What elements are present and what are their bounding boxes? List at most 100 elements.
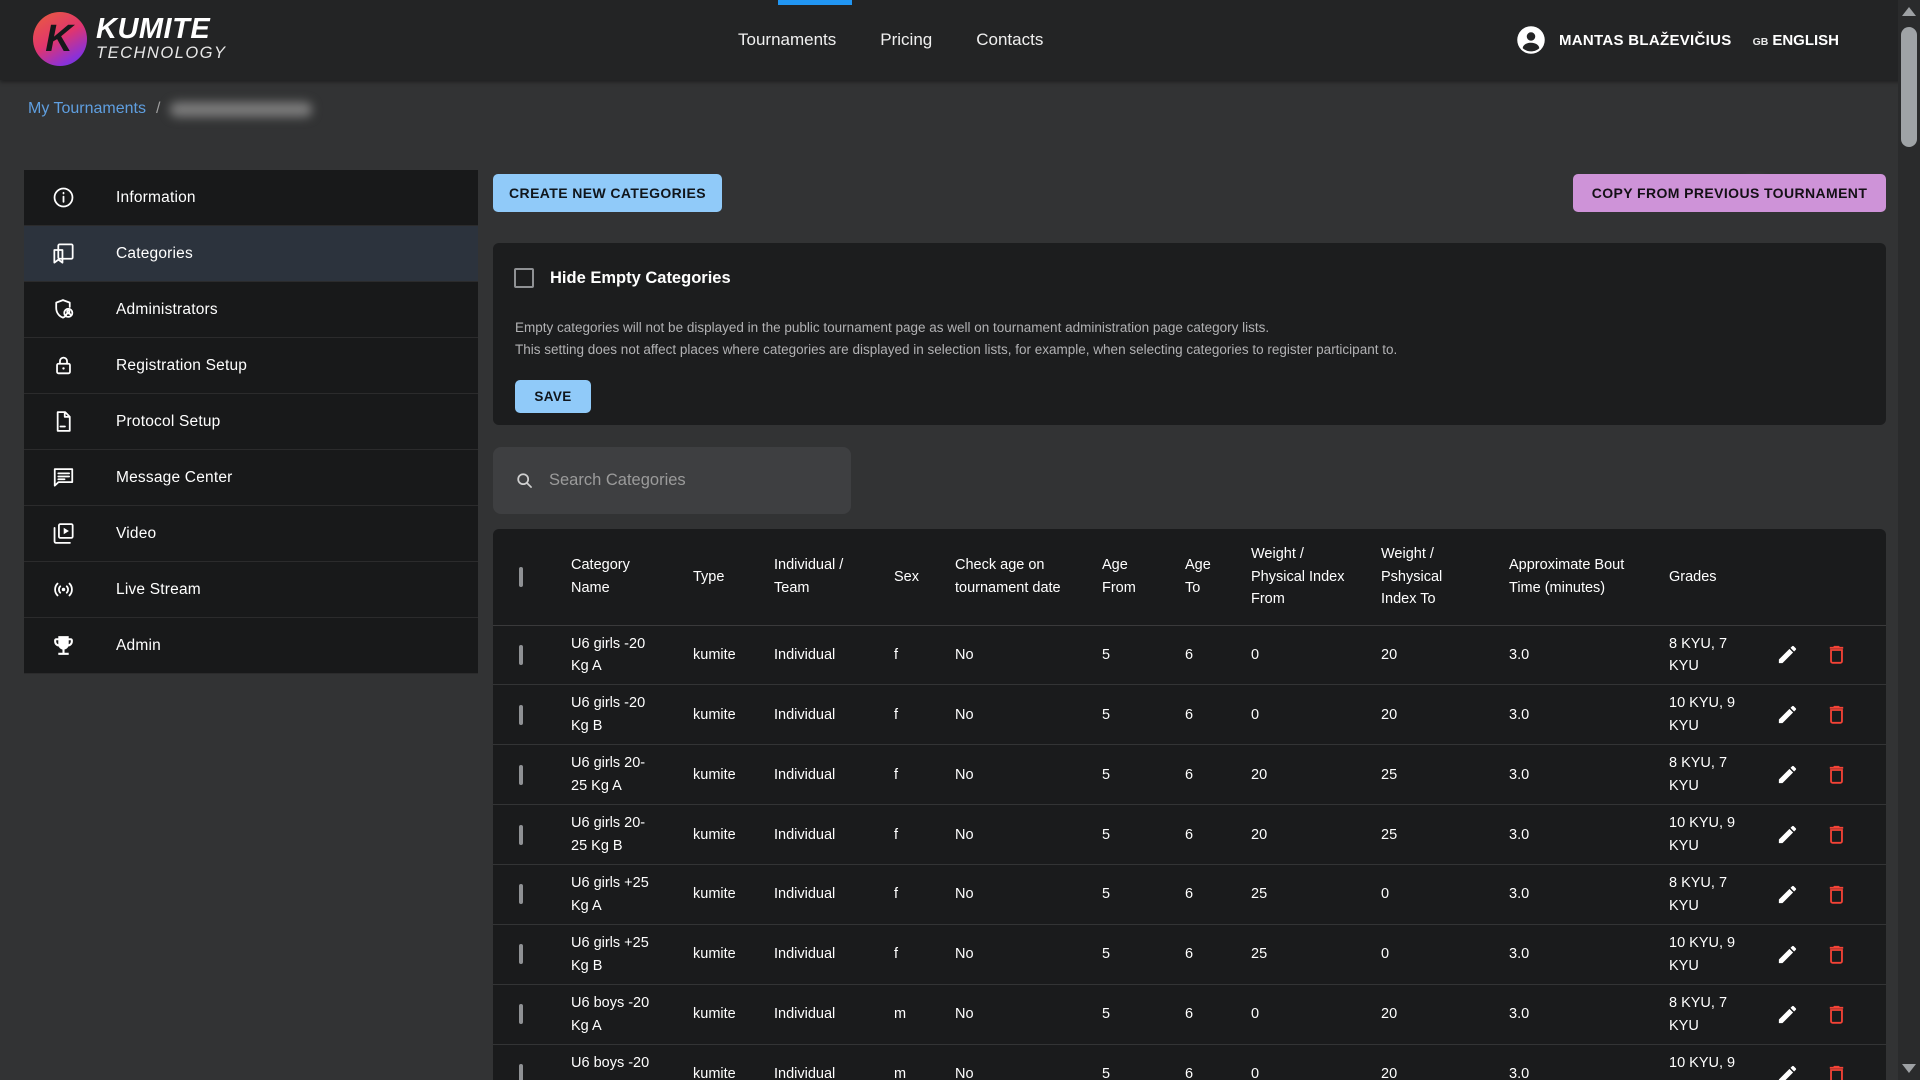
sidebar-item-administrators[interactable]: Administrators bbox=[24, 282, 478, 338]
cell-individual_team: Individual bbox=[758, 805, 878, 865]
brand-text: KUMITE TECHNOLOGY bbox=[96, 14, 227, 63]
cell-individual_team: Individual bbox=[758, 625, 878, 685]
edit-icon[interactable] bbox=[1776, 763, 1799, 786]
cell-age_to: 6 bbox=[1169, 745, 1235, 805]
user-menu[interactable]: MANTAS BLAŽEVIČIUS GB ENGLISH bbox=[1516, 0, 1839, 80]
row-checkbox[interactable] bbox=[519, 765, 523, 785]
search-categories-box bbox=[493, 447, 851, 514]
edit-icon[interactable] bbox=[1776, 883, 1799, 906]
edit-icon[interactable] bbox=[1776, 643, 1799, 666]
cell-name: U6 girls -20 Kg B bbox=[555, 685, 677, 745]
top-loading-indicator bbox=[778, 0, 852, 5]
scrollbar-thumb[interactable] bbox=[1901, 27, 1917, 147]
protocol-icon bbox=[51, 409, 76, 434]
select-all-checkbox[interactable] bbox=[519, 567, 523, 587]
cell-age_to: 6 bbox=[1169, 985, 1235, 1045]
table-row: U6 girls 20-25 Kg BkumiteIndividualfNo56… bbox=[493, 805, 1886, 865]
row-checkbox[interactable] bbox=[519, 1064, 523, 1080]
sidebar-item-admin[interactable]: Admin bbox=[24, 618, 478, 674]
sidebar-item-video[interactable]: Video bbox=[24, 506, 478, 562]
nav-item-pricing[interactable]: Pricing bbox=[880, 30, 932, 50]
cell-check_age: No bbox=[939, 685, 1086, 745]
info-icon bbox=[51, 185, 76, 210]
cell-bout_time: 3.0 bbox=[1493, 985, 1653, 1045]
hide-empty-categories-checkbox[interactable] bbox=[514, 268, 534, 288]
column-header-actions bbox=[1760, 529, 1886, 625]
delete-icon[interactable] bbox=[1825, 943, 1848, 966]
delete-icon[interactable] bbox=[1825, 823, 1848, 846]
delete-icon[interactable] bbox=[1825, 883, 1848, 906]
cell-check_age: No bbox=[939, 1045, 1086, 1080]
cell-weight_to: 20 bbox=[1365, 625, 1493, 685]
cell-weight_from: 0 bbox=[1235, 625, 1365, 685]
row-checkbox[interactable] bbox=[519, 705, 523, 725]
cell-name: U6 girls +25 Kg A bbox=[555, 865, 677, 925]
column-header-weight-physical-index-from: Weight / Physical Index From bbox=[1235, 529, 1365, 625]
search-categories-input[interactable] bbox=[549, 471, 837, 490]
row-checkbox[interactable] bbox=[519, 884, 523, 904]
sidebar-item-label: Information bbox=[116, 189, 196, 207]
column-header-sex: Sex bbox=[878, 529, 939, 625]
cell-bout_time: 3.0 bbox=[1493, 805, 1653, 865]
sidebar-item-message-center[interactable]: Message Center bbox=[24, 450, 478, 506]
cell-weight_from: 0 bbox=[1235, 1045, 1365, 1080]
redacted-tournament-name bbox=[170, 102, 312, 117]
cell-age_from: 5 bbox=[1086, 685, 1169, 745]
logo-letter: K bbox=[45, 18, 72, 61]
sidebar-item-label: Administrators bbox=[116, 301, 218, 319]
row-checkbox[interactable] bbox=[519, 645, 523, 665]
hide-empty-description-line1: Empty categories will not be displayed i… bbox=[515, 320, 1269, 335]
sidebar-item-registration-setup[interactable]: Registration Setup bbox=[24, 338, 478, 394]
cell-age_from: 5 bbox=[1086, 985, 1169, 1045]
column-header-age-to: Age To bbox=[1169, 529, 1235, 625]
cell-weight_to: 20 bbox=[1365, 1045, 1493, 1080]
cell-grades: 8 KYU, 7 KYU bbox=[1653, 745, 1760, 805]
sidebar-item-categories[interactable]: Categories bbox=[24, 226, 478, 282]
row-checkbox[interactable] bbox=[519, 944, 523, 964]
delete-icon[interactable] bbox=[1825, 703, 1848, 726]
sidebar-item-label: Categories bbox=[116, 245, 193, 263]
page-scrollbar[interactable] bbox=[1898, 0, 1920, 1080]
scrollbar-up-arrow-icon[interactable] bbox=[1902, 7, 1916, 16]
cell-age_to: 6 bbox=[1169, 625, 1235, 685]
cell-age_from: 5 bbox=[1086, 1045, 1169, 1080]
cell-grades: 10 KYU, 9 KYU bbox=[1653, 805, 1760, 865]
create-new-categories-button[interactable]: CREATE NEW CATEGORIES bbox=[493, 174, 722, 212]
cell-bout_time: 3.0 bbox=[1493, 685, 1653, 745]
categories-table-panel: Category NameTypeIndividual / TeamSexChe… bbox=[493, 529, 1886, 1080]
row-checkbox[interactable] bbox=[519, 825, 523, 845]
breadcrumb-row: My Tournaments / bbox=[0, 80, 1902, 140]
scrollbar-down-arrow-icon[interactable] bbox=[1902, 1064, 1916, 1073]
column-header-weight-pshysical-index-to: Weight / Pshysical Index To bbox=[1365, 529, 1493, 625]
breadcrumb-my-tournaments-link[interactable]: My Tournaments bbox=[28, 100, 146, 118]
cell-grades: 10 KYU, 9 KYU bbox=[1653, 1045, 1760, 1080]
cell-weight_to: 20 bbox=[1365, 685, 1493, 745]
sidebar-item-information[interactable]: Information bbox=[24, 170, 478, 226]
sidebar-item-protocol-setup[interactable]: Protocol Setup bbox=[24, 394, 478, 450]
delete-icon[interactable] bbox=[1825, 643, 1848, 666]
nav-item-contacts[interactable]: Contacts bbox=[976, 30, 1043, 50]
table-row: U6 girls -20 Kg AkumiteIndividualfNo5602… bbox=[493, 625, 1886, 685]
row-checkbox[interactable] bbox=[519, 1004, 523, 1024]
delete-icon[interactable] bbox=[1825, 1003, 1848, 1026]
column-header-age-from: Age From bbox=[1086, 529, 1169, 625]
column-header-grades: Grades bbox=[1653, 529, 1760, 625]
language-selector[interactable]: GB ENGLISH bbox=[1753, 32, 1839, 49]
sidebar-item-live-stream[interactable]: Live Stream bbox=[24, 562, 478, 618]
edit-icon[interactable] bbox=[1776, 703, 1799, 726]
table-row: U6 boys -20 Kg BkumiteIndividualmNo56020… bbox=[493, 1045, 1886, 1080]
edit-icon[interactable] bbox=[1776, 823, 1799, 846]
copy-from-previous-tournament-button[interactable]: COPY FROM PREVIOUS TOURNAMENT bbox=[1573, 174, 1886, 212]
edit-icon[interactable] bbox=[1776, 1003, 1799, 1026]
nav-item-tournaments[interactable]: Tournaments bbox=[738, 30, 836, 50]
delete-icon[interactable] bbox=[1825, 763, 1848, 786]
cell-weight_from: 20 bbox=[1235, 805, 1365, 865]
save-button[interactable]: SAVE bbox=[515, 380, 591, 413]
cell-individual_team: Individual bbox=[758, 745, 878, 805]
edit-icon[interactable] bbox=[1776, 943, 1799, 966]
cell-weight_to: 20 bbox=[1365, 985, 1493, 1045]
edit-icon[interactable] bbox=[1776, 1063, 1799, 1080]
live-icon bbox=[51, 577, 76, 602]
kumite-logo[interactable]: K bbox=[33, 12, 87, 66]
delete-icon[interactable] bbox=[1825, 1063, 1848, 1080]
